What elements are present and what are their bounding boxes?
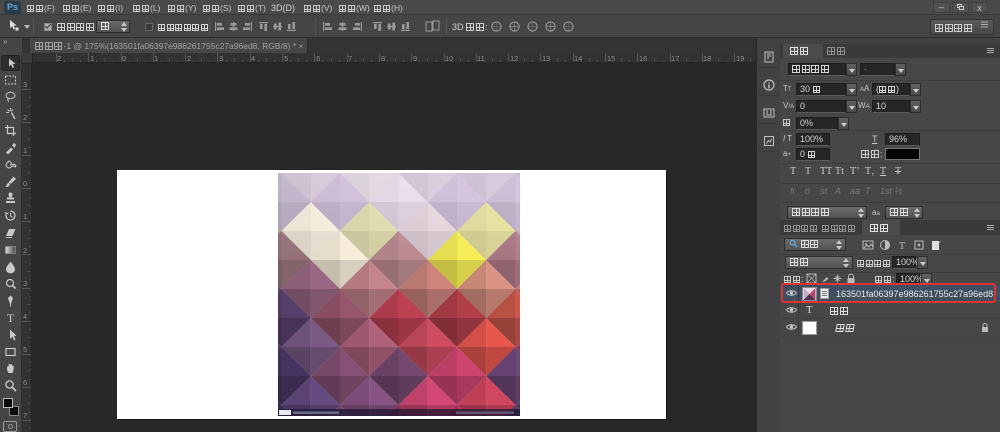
svg-text:T: T: [899, 241, 905, 251]
svg-text:T: T: [7, 311, 15, 325]
